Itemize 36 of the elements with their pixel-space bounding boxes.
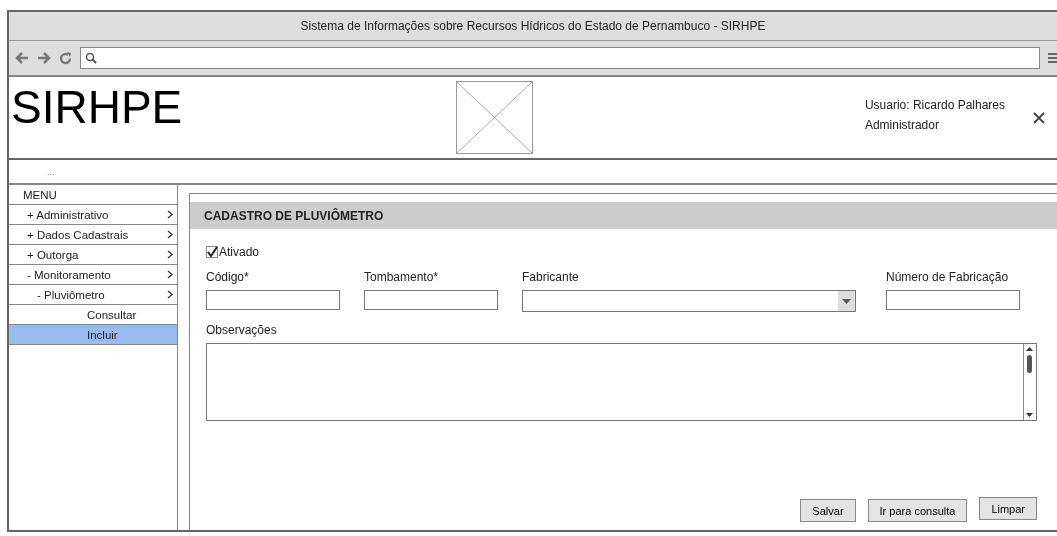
user-role: Administrador <box>864 117 940 132</box>
forward-icon[interactable] <box>37 52 51 64</box>
field-label: Código* <box>206 270 250 284</box>
chevron-icon <box>167 250 173 259</box>
reload-icon[interactable] <box>59 51 72 65</box>
input-field[interactable] <box>206 290 340 310</box>
menu-icon[interactable] <box>1048 52 1057 64</box>
field-label: Número de Fabricação <box>886 270 1010 284</box>
checkbox[interactable] <box>206 246 218 258</box>
close-icon[interactable] <box>1033 111 1045 124</box>
dropdown-field[interactable] <box>522 290 856 312</box>
form-button[interactable]: Limpar <box>979 497 1037 520</box>
form-title: CADASTRO DE PLUVIÔMETRO <box>190 202 1057 229</box>
field-label: Observações <box>206 323 278 337</box>
breadcrumb: ... <box>47 166 55 177</box>
input-field[interactable] <box>886 290 1020 310</box>
chevron-icon <box>167 210 173 219</box>
logo-text: SIRHPE <box>11 83 183 130</box>
active-checkbox[interactable]: Ativado <box>206 245 1037 259</box>
address-bar[interactable] <box>80 47 1040 69</box>
form-button[interactable]: Ir para consulta <box>867 499 968 522</box>
input-field[interactable] <box>364 290 498 310</box>
field-label: Fabricante <box>522 270 580 284</box>
chevron-icon <box>167 230 173 239</box>
field-label: Tombamento* <box>364 270 440 284</box>
window-title: Sistema de Informações sobre Recursos Hídricos do Estado de Pernambuco - SIRHPE <box>9 12 1057 41</box>
menu-item[interactable]: Incluir <box>9 325 177 345</box>
chevron-icon <box>167 270 173 279</box>
scrollbar[interactable] <box>1023 344 1036 420</box>
form-button[interactable]: Salvar <box>800 499 856 522</box>
search-icon <box>85 52 97 64</box>
notes-field[interactable] <box>206 343 1037 421</box>
back-icon[interactable] <box>15 52 29 64</box>
user-name: Usuario: Ricardo Palhares <box>864 97 1005 112</box>
caret-icon <box>838 291 855 311</box>
chevron-icon <box>167 290 173 299</box>
